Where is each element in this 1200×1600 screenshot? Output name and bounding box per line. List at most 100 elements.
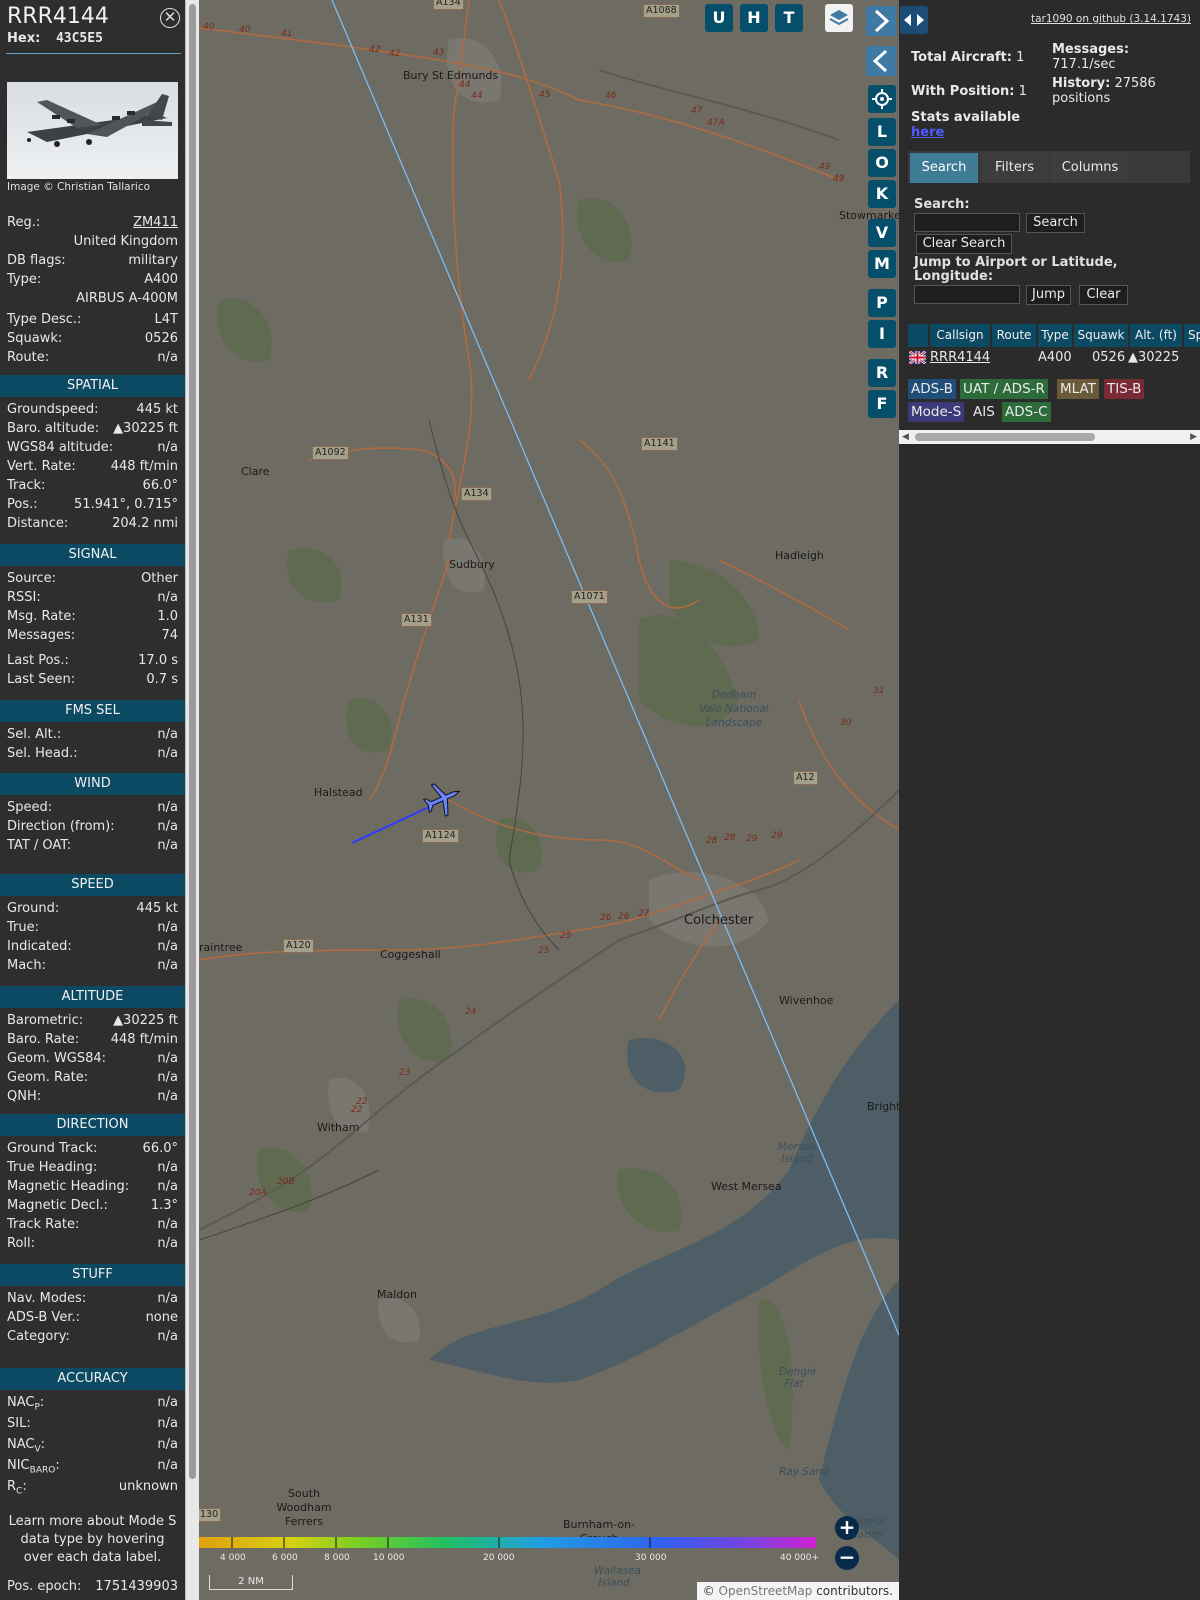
place-maldon: Maldon (377, 1288, 417, 1301)
tab-search[interactable]: Search (910, 153, 978, 183)
info-row: Distance: 204.2 nmi (7, 516, 178, 531)
tab-filters[interactable]: Filters (982, 153, 1047, 183)
info-row: Nav. Modes: n/a (7, 1291, 178, 1306)
info-row: Baro. Rate: 448 ft/min (7, 1032, 178, 1047)
clear-search-button[interactable]: Clear Search (916, 234, 1012, 254)
map-button-f[interactable]: F (868, 390, 896, 418)
layers-icon[interactable] (825, 4, 853, 32)
search-input[interactable] (914, 213, 1020, 232)
place-coggeshall: Coggeshall (380, 948, 441, 961)
info-row: Ground: 445 kt (7, 901, 178, 916)
right-panel: tar1090 on github (3.14.1743) Total Airc… (899, 0, 1200, 1600)
info-row: Roll: n/a (7, 1236, 178, 1251)
info-row: Magnetic Decl.: 1.3° (7, 1198, 178, 1213)
column-flag[interactable] (908, 324, 928, 347)
scroll-right-icon[interactable]: ▶ (1190, 430, 1197, 444)
junction-label: 40 (203, 22, 215, 32)
column-speed[interactable]: Sp (1184, 324, 1200, 347)
place-colchester: Colchester (684, 913, 754, 928)
column-callsign[interactable]: Callsign (930, 324, 990, 347)
aircraft-photo[interactable] (7, 82, 178, 179)
map-button-r[interactable]: R (868, 359, 896, 387)
junction-label: 42 (389, 49, 401, 59)
junction-label: 26 (618, 912, 630, 922)
junction-label: 42 (369, 45, 381, 55)
map-button-h[interactable]: H (740, 4, 768, 32)
junction-label: 45 (539, 90, 551, 100)
pos-epoch-row: Pos. epoch: 1751439903 (7, 1579, 178, 1594)
place-south-woodham: South Woodham Ferrers (276, 1487, 332, 1528)
info-row: RC: unknown (7, 1479, 178, 1497)
place-west-mersea: West Mersea (711, 1180, 782, 1193)
map-button-v[interactable]: V (868, 219, 896, 247)
clear-button[interactable]: Clear (1079, 285, 1128, 305)
section-header-accuracy: ACCURACY (0, 1368, 185, 1390)
column-type[interactable]: Type (1038, 324, 1072, 347)
info-row: WGS84 altitude: n/a (7, 440, 178, 455)
map-button-o[interactable]: O (868, 149, 896, 177)
jump-input[interactable] (914, 285, 1020, 304)
place-mersea-island: Mersea Island (777, 1141, 817, 1165)
map-button-i[interactable]: I (868, 320, 896, 348)
search-button[interactable]: Search (1026, 213, 1085, 233)
osm-link[interactable]: OpenStreetMap (719, 1584, 813, 1598)
junction-label: 20A (249, 1188, 267, 1198)
legend-label: 10 000 (373, 1553, 405, 1563)
map-button-l[interactable]: L (868, 118, 896, 146)
close-icon[interactable]: ✕ (160, 8, 180, 28)
tab-columns[interactable]: Columns (1051, 153, 1129, 183)
junction-label: 47A (707, 118, 725, 128)
stats-available: Stats available here (911, 110, 1021, 140)
expand-panel-icon[interactable] (866, 6, 896, 36)
history-stat: History: 27586 positions (1052, 76, 1156, 106)
total-aircraft-stat: Total Aircraft: 1 (911, 50, 1025, 65)
search-label: Search: (914, 197, 970, 212)
road-a1071: A1071 (571, 590, 608, 604)
section-header-signal: SIGNAL (0, 544, 185, 566)
road-a1141: A1141 (641, 437, 678, 451)
info-row: Sel. Head.: n/a (7, 746, 178, 761)
map-button-p[interactable]: P (868, 289, 896, 317)
map-button-k[interactable]: K (868, 180, 896, 208)
registration-link[interactable]: ZM411 (133, 215, 178, 230)
info-row: NACV: n/a (7, 1437, 178, 1455)
table-scroll-thumb[interactable] (915, 433, 1095, 441)
table-horizontal-scrollbar[interactable]: ◀ ▶ (899, 430, 1200, 444)
column-squawk[interactable]: Squawk (1074, 324, 1128, 347)
info-row: Pos.: 51.941°, 0.715° (7, 497, 178, 512)
settings-gear-icon[interactable] (868, 85, 896, 113)
map-button-m[interactable]: M (868, 250, 896, 278)
map-button-u[interactable]: U (705, 4, 733, 32)
road-a1088: A1088 (643, 4, 680, 18)
aircraft-icon[interactable] (421, 778, 463, 820)
sidebar-scroll-thumb[interactable] (189, 4, 196, 1479)
column-altitude[interactable]: Alt. (ft) (1130, 324, 1182, 347)
map-attribution: © OpenStreetMap contributors. (696, 1582, 899, 1600)
info-row: Ground Track: 66.0° (7, 1141, 178, 1156)
junction-label: 31 (873, 686, 885, 696)
info-row: TAT / OAT: n/a (7, 838, 178, 853)
junction-label: 23 (399, 1068, 411, 1078)
github-link[interactable]: tar1090 on github (3.14.1743) (1031, 13, 1191, 25)
info-row: AIRBUS A-400M (76, 291, 178, 306)
section-header-stuff: STUFF (0, 1264, 185, 1286)
info-row: Type: A400 (7, 272, 178, 287)
stats-here-link[interactable]: here (911, 125, 944, 140)
zoom-in-button[interactable]: + (835, 1516, 859, 1540)
collapse-panel-icon[interactable] (866, 46, 896, 76)
map-view[interactable]: Bury St Edmunds Stowmarket Clare Sudbury… (199, 0, 899, 1600)
info-row: True: n/a (7, 920, 178, 935)
road-a134: A134 (461, 487, 492, 501)
info-row: Messages: 74 (7, 628, 178, 643)
scroll-left-icon[interactable]: ◀ (902, 430, 909, 444)
jump-button[interactable]: Jump (1026, 285, 1071, 305)
column-route[interactable]: Route (992, 324, 1036, 347)
zoom-out-button[interactable]: − (835, 1546, 859, 1570)
section-header-fms-sel: FMS SEL (0, 700, 185, 722)
row-callsign[interactable]: RRR4144 (930, 349, 990, 367)
junction-label: 22 (351, 1105, 363, 1115)
map-button-t[interactable]: T (775, 4, 803, 32)
sidebar-scrollbar[interactable] (185, 0, 199, 1600)
junction-label: 26 (600, 913, 612, 923)
toggle-sidebar-icon[interactable] (900, 6, 928, 34)
